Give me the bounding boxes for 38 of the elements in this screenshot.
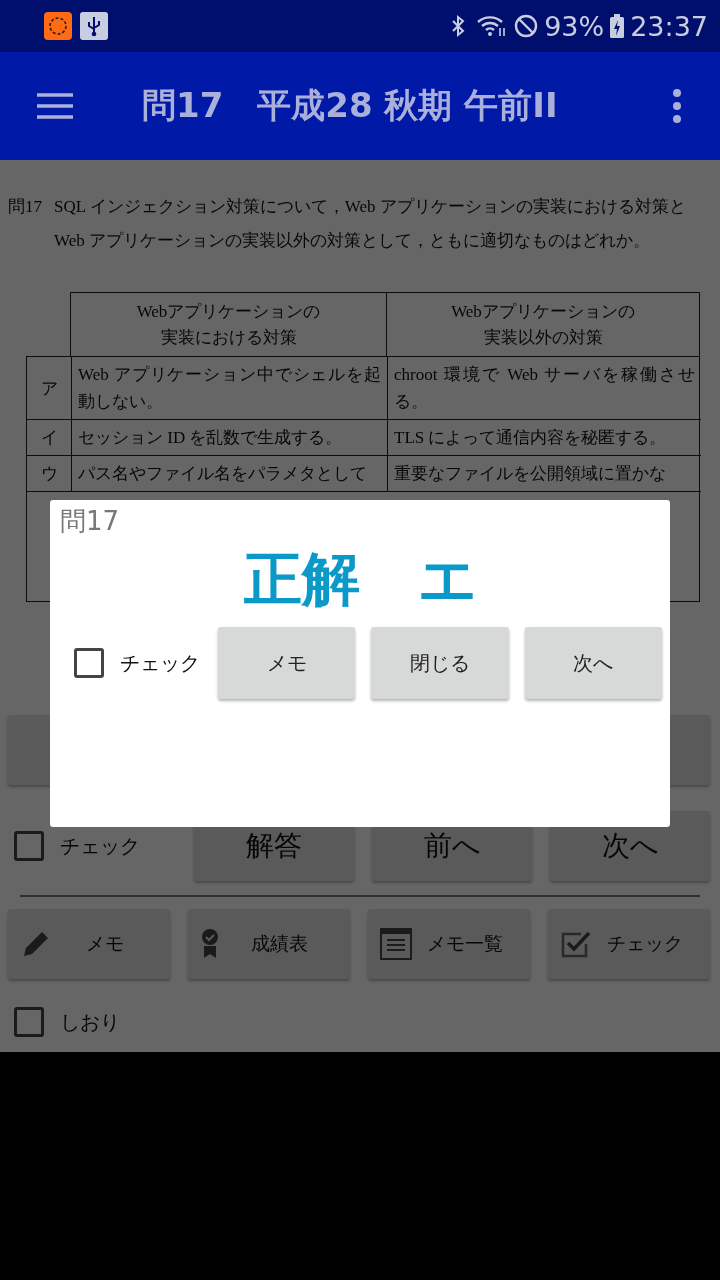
clock: 23:37	[630, 10, 708, 42]
choice-label: ウ	[27, 456, 71, 492]
more-options-icon[interactable]	[672, 89, 682, 123]
check-toggle[interactable]: チェック	[8, 811, 176, 881]
dialog-title: 問17	[59, 505, 121, 538]
dialog-button[interactable]: 次へ	[524, 627, 662, 699]
ribbon-badge-icon	[200, 928, 220, 960]
usb-icon	[80, 12, 108, 40]
table-cell: Web アプリケーション中でシェルを起動しない。	[71, 357, 387, 420]
tool-button[interactable]: メモ	[8, 909, 170, 979]
tool-button[interactable]: 成績表	[188, 909, 350, 979]
question-text: SQL インジェクション対策について，Web アプリケーションの実装における対策と Web アプリケーションの実装以外の対策として，ともに適切なものはどれか。	[54, 196, 687, 252]
battery-charging-icon	[610, 14, 625, 38]
table-cell: 重要なファイルを公開領域に置かな	[387, 456, 701, 492]
table-cell: パス名やファイル名をパラメタとして	[71, 456, 387, 492]
tool-button[interactable]: チェック	[548, 909, 710, 979]
answer-result: 正解 エ	[243, 547, 477, 611]
bookmark-toggle[interactable]: しおり	[0, 1007, 176, 1037]
column-header-line: Webアプリケーションの	[136, 300, 321, 323]
do-not-disturb-icon	[514, 14, 539, 38]
check-toggle[interactable]: チェック	[74, 648, 203, 678]
table-cell: セッション ID を乱数で生成する。	[71, 420, 387, 456]
battery-percent: 93%	[544, 10, 605, 42]
column-header-line: Webアプリケーションの	[451, 300, 635, 323]
dialog-button[interactable]: 閉じる	[371, 627, 509, 699]
column-header-line: 実装以外の対策	[483, 326, 603, 349]
app-notification-icon	[44, 12, 72, 40]
tool-button[interactable]: メモ一覧	[368, 909, 530, 979]
screen-title: 問17 平成28 秋期 午前II	[142, 84, 559, 127]
table-cell: chroot 環境で Web サーバを稼働させる。	[387, 357, 701, 420]
dialog-button[interactable]: メモ	[218, 627, 356, 699]
notepad-icon	[380, 928, 412, 960]
choice-label: ア	[27, 357, 71, 420]
table-cell: TLS によって通信内容を秘匿する。	[387, 420, 701, 456]
choice-label: イ	[27, 420, 71, 456]
column-header-line: 実装における対策	[160, 326, 297, 349]
question-number: 問17	[8, 196, 42, 218]
menu-icon[interactable]	[36, 91, 74, 121]
